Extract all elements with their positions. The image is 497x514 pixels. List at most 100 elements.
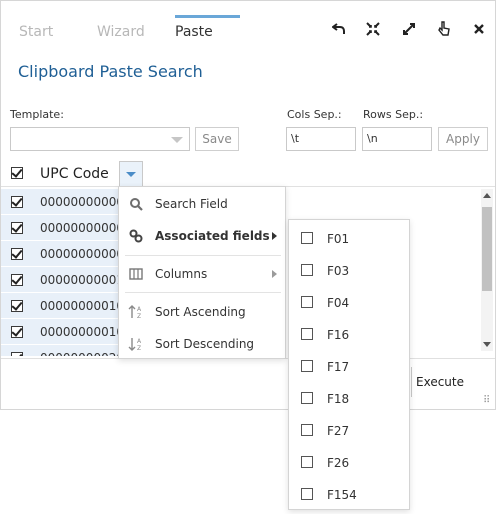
menu-item-columns[interactable]: Columns bbox=[119, 259, 285, 289]
submenu-item-f03[interactable]: F03 bbox=[289, 254, 409, 286]
menu-label: Associated fields bbox=[155, 229, 270, 243]
vertical-scrollbar[interactable] bbox=[481, 189, 493, 351]
chevron-down-icon bbox=[171, 137, 183, 143]
template-select[interactable] bbox=[10, 127, 190, 151]
columns-icon bbox=[128, 266, 144, 282]
row-checkbox[interactable] bbox=[11, 300, 23, 312]
save-button[interactable]: Save bbox=[195, 127, 239, 151]
rows-sep-label: Rows Sep.: bbox=[363, 108, 424, 121]
menu-item-sort-ascending[interactable]: AZ Sort Ascending bbox=[119, 297, 285, 327]
row-checkbox[interactable] bbox=[11, 196, 23, 208]
table-row[interactable]: 000000000204 bbox=[1, 345, 119, 357]
tab-paste[interactable]: Paste bbox=[175, 24, 213, 40]
upc-cell: 000000000010 bbox=[40, 273, 119, 287]
active-tab-indicator bbox=[175, 15, 240, 18]
link-icon bbox=[128, 228, 144, 244]
submenu-item-f17[interactable]: F17 bbox=[289, 350, 409, 382]
menu-item-sort-descending[interactable]: AZ Sort Descending bbox=[119, 329, 285, 359]
field-label: F01 bbox=[327, 232, 350, 246]
menu-label: Sort Ascending bbox=[155, 305, 246, 319]
row-checkbox[interactable] bbox=[11, 274, 23, 286]
menu-divider bbox=[125, 255, 281, 256]
field-checkbox[interactable] bbox=[301, 232, 313, 244]
field-label: F26 bbox=[327, 456, 350, 470]
field-checkbox[interactable] bbox=[301, 296, 313, 308]
field-label: F27 bbox=[327, 424, 350, 438]
submenu-item-f16[interactable]: F16 bbox=[289, 318, 409, 350]
sort-descending-icon: AZ bbox=[128, 336, 144, 352]
field-checkbox[interactable] bbox=[301, 392, 313, 404]
upc-cell: 000000000101 bbox=[40, 325, 119, 339]
menu-label: Sort Descending bbox=[155, 337, 255, 351]
cols-sep-input[interactable]: \t bbox=[286, 127, 356, 151]
execute-button[interactable]: Execute bbox=[411, 367, 464, 397]
menu-label: Columns bbox=[155, 267, 208, 281]
row-checkbox[interactable] bbox=[11, 248, 23, 260]
scroll-thumb[interactable] bbox=[482, 207, 492, 291]
sort-ascending-icon: AZ bbox=[128, 304, 144, 320]
submenu-item-f154[interactable]: F154 bbox=[289, 478, 409, 510]
table-row[interactable]: 000000000000 bbox=[1, 189, 119, 215]
field-checkbox[interactable] bbox=[301, 328, 313, 340]
template-label: Template: bbox=[10, 108, 64, 121]
close-icon[interactable] bbox=[471, 21, 487, 37]
table-row[interactable]: 000000000101 bbox=[1, 293, 119, 319]
apply-button[interactable]: Apply bbox=[438, 127, 488, 151]
field-checkbox[interactable] bbox=[301, 264, 313, 276]
menu-item-search-field[interactable]: Search Field bbox=[119, 189, 285, 219]
column-context-menu: Search Field Associated fields Columns A… bbox=[118, 186, 286, 359]
table-row[interactable]: 000000000000 bbox=[1, 241, 119, 267]
undo-icon[interactable] bbox=[331, 21, 347, 37]
row-checkbox[interactable] bbox=[11, 326, 23, 338]
tab-start[interactable]: Start bbox=[19, 24, 53, 40]
menu-divider bbox=[125, 292, 281, 293]
field-checkbox[interactable] bbox=[301, 424, 313, 436]
table-row[interactable]: 000000000101 bbox=[1, 319, 119, 345]
select-all-checkbox[interactable] bbox=[11, 167, 23, 179]
tab-wizard[interactable]: Wizard bbox=[97, 24, 145, 40]
field-label: F03 bbox=[327, 264, 350, 278]
page-title: Clipboard Paste Search bbox=[18, 62, 203, 81]
field-checkbox[interactable] bbox=[301, 488, 313, 500]
scroll-up-icon[interactable] bbox=[483, 193, 491, 198]
svg-text:A: A bbox=[137, 338, 142, 345]
field-label: F17 bbox=[327, 360, 350, 374]
scroll-down-icon[interactable] bbox=[483, 342, 491, 347]
associated-fields-submenu: F01 F03 F04 F16 F17 F18 F27 F26 F154 bbox=[288, 219, 410, 510]
rows-sep-input[interactable]: \n bbox=[362, 127, 432, 151]
submenu-item-f27[interactable]: F27 bbox=[289, 414, 409, 446]
table-row[interactable]: 000000000010 bbox=[1, 267, 119, 293]
upc-cell: 000000000000 bbox=[40, 247, 119, 261]
menu-label: Search Field bbox=[155, 197, 228, 211]
submenu-arrow-icon bbox=[272, 270, 277, 278]
pointer-icon[interactable] bbox=[436, 21, 452, 37]
submenu-item-f18[interactable]: F18 bbox=[289, 382, 409, 414]
search-icon bbox=[128, 196, 144, 212]
column-header-upc[interactable]: UPC Code bbox=[40, 166, 109, 182]
grid-header: UPC Code bbox=[1, 161, 495, 187]
resize-grip-icon[interactable]: ⠿ bbox=[483, 395, 490, 406]
field-checkbox[interactable] bbox=[301, 456, 313, 468]
row-checkbox[interactable] bbox=[11, 352, 23, 356]
menu-item-associated-fields[interactable]: Associated fields bbox=[119, 221, 285, 251]
field-label: F18 bbox=[327, 392, 350, 406]
table-row[interactable]: 000000000000 bbox=[1, 215, 119, 241]
svg-text:A: A bbox=[137, 306, 142, 313]
collapse-icon[interactable] bbox=[365, 21, 381, 37]
field-label: F154 bbox=[327, 488, 357, 502]
field-checkbox[interactable] bbox=[301, 360, 313, 372]
upc-cell: 000000000204 bbox=[40, 351, 119, 356]
submenu-item-f01[interactable]: F01 bbox=[289, 222, 409, 254]
submenu-item-f26[interactable]: F26 bbox=[289, 446, 409, 478]
upc-cell: 000000000000 bbox=[40, 221, 119, 235]
submenu-arrow-icon bbox=[272, 232, 277, 240]
row-checkbox[interactable] bbox=[11, 222, 23, 234]
upc-cell: 000000000000 bbox=[40, 195, 119, 209]
column-menu-button[interactable] bbox=[119, 161, 143, 187]
field-label: F04 bbox=[327, 296, 350, 310]
submenu-item-f04[interactable]: F04 bbox=[289, 286, 409, 318]
expand-icon[interactable] bbox=[401, 21, 417, 37]
field-label: F16 bbox=[327, 328, 350, 342]
upc-cell: 000000000101 bbox=[40, 299, 119, 313]
svg-text:Z: Z bbox=[137, 313, 141, 320]
